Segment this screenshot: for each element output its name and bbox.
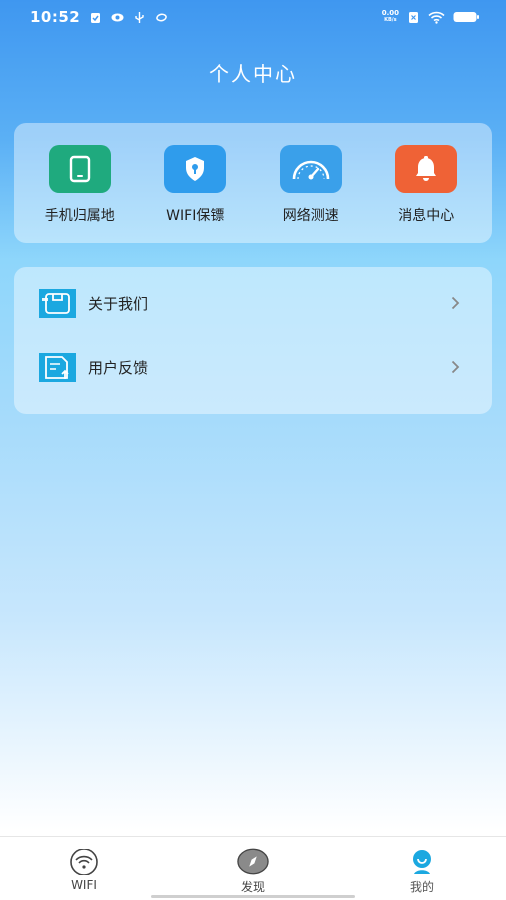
tab-mine[interactable]: 我的 — [338, 837, 506, 900]
status-bar: 10:52 0.00 KB/s — [0, 0, 506, 34]
menu-item-about-us[interactable]: 关于我们 — [14, 271, 492, 335]
menu-item-feedback[interactable]: 用户反馈 — [14, 335, 492, 399]
about-icon — [39, 288, 76, 318]
quick-item-phone-location[interactable]: 手机归属地 — [22, 123, 138, 243]
wifi-icon — [68, 848, 100, 875]
quick-item-message-center[interactable]: 消息中心 — [369, 123, 485, 243]
sim-icon — [409, 11, 418, 23]
quick-item-speed-test[interactable]: 网络测速 — [253, 123, 369, 243]
bell-icon — [395, 145, 458, 193]
profile-icon — [406, 848, 438, 875]
menu-card: 关于我们 用户反馈 — [14, 267, 492, 414]
battery-icon — [453, 12, 479, 22]
quick-item-label: WIFI保镖 — [166, 208, 225, 224]
tab-label: WIFI — [71, 878, 97, 892]
status-left: 10:52 — [30, 8, 168, 26]
tab-discover[interactable]: 发现 — [169, 837, 337, 900]
home-indicator — [151, 895, 355, 898]
quick-item-wifi-guard[interactable]: WIFI保镖 — [138, 123, 254, 243]
net-speed-value: 0.00 — [381, 9, 399, 17]
sync-icon — [156, 13, 168, 21]
usb-icon — [135, 11, 144, 23]
quick-actions-card: 手机归属地 WIFI保镖 网络测速 消息中心 — [14, 123, 492, 243]
bottom-tab-bar: WIFI 发现 我的 — [0, 836, 506, 900]
page-title: 个人中心 — [209, 62, 297, 86]
shield-icon — [164, 145, 227, 193]
menu-item-label: 关于我们 — [88, 294, 149, 313]
status-right: 0.00 KB/s — [382, 10, 480, 24]
feedback-icon — [39, 352, 76, 382]
chevron-right-icon — [451, 360, 460, 374]
net-speed-unit: KB/s — [384, 17, 397, 23]
menu-item-label: 用户反馈 — [88, 358, 149, 377]
wifi-signal-icon — [428, 11, 445, 24]
quick-item-label: 网络测速 — [282, 208, 339, 224]
net-speed: 0.00 KB/s — [382, 10, 399, 24]
clipboard-icon — [91, 12, 101, 23]
chevron-right-icon — [451, 296, 460, 310]
status-time: 10:52 — [30, 8, 81, 26]
quick-item-label: 手机归属地 — [44, 208, 115, 224]
eye-icon — [111, 13, 124, 21]
speedometer-icon — [279, 145, 342, 193]
phone-icon — [48, 145, 111, 193]
quick-item-label: 消息中心 — [398, 208, 455, 224]
tab-label: 我的 — [409, 880, 434, 894]
compass-icon — [237, 848, 269, 875]
tab-label: 发现 — [240, 880, 265, 894]
tab-wifi[interactable]: WIFI — [0, 837, 168, 900]
